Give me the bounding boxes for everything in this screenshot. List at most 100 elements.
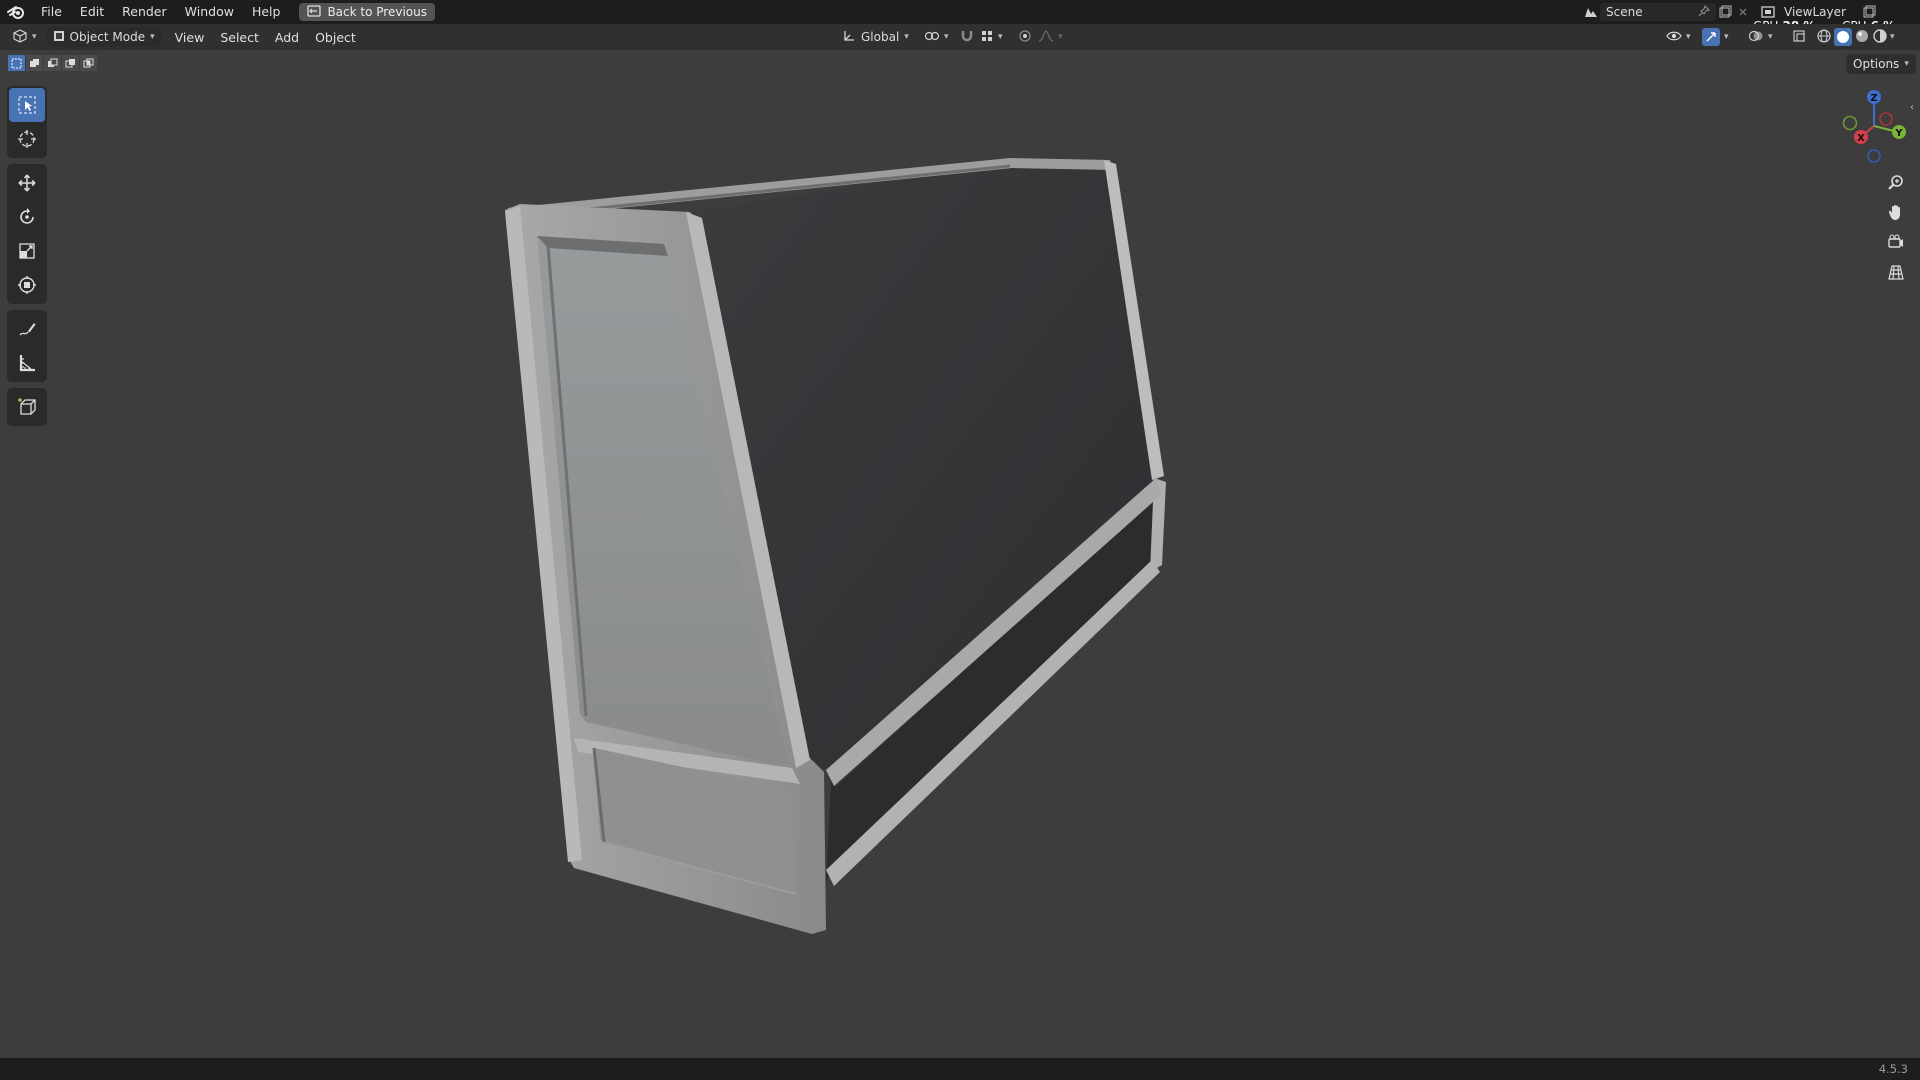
3d-viewport-icon [12,28,28,46]
move-tool-icon[interactable] [9,166,45,200]
material-preview-icon[interactable] [1854,28,1870,47]
menu-window[interactable]: Window [176,0,243,24]
chevron-down-icon: ▾ [32,32,37,42]
menu-help[interactable]: Help [243,0,290,24]
measure-tool-icon[interactable] [9,346,45,380]
blender-logo-icon[interactable] [0,0,32,24]
menu-object[interactable]: Object [309,27,362,47]
transform-orientation-dropdown[interactable]: Global ▾ [836,27,915,47]
snap-target-dropdown[interactable]: ▾ [974,27,1009,47]
chevron-down-icon: ▾ [1724,32,1729,42]
scene-name: Scene [1606,5,1643,19]
middle-rail [826,478,1162,786]
status-bar: 4.5.3 [0,1058,1920,1080]
neg-x-axis-handle [1879,112,1893,126]
mode-dropdown[interactable]: Object Mode ▾ [46,27,161,47]
bottom-rail [826,560,1160,886]
new-scene-icon[interactable] [1716,3,1734,21]
transform-tool-icon[interactable] [9,268,45,302]
viewport-header: ▾ Object Mode ▾ View Select Add Object G… [0,24,1920,50]
select-intersect-icon[interactable] [80,55,97,71]
pivot-point-dropdown[interactable]: ▾ [918,27,955,47]
tool-shelf [7,86,47,432]
top-panel [690,160,1156,772]
view-layer-name: ViewLayer [1784,5,1846,19]
scene-name-field[interactable]: Scene [1600,3,1716,21]
top-rail [508,158,1114,218]
options-label: Options [1853,57,1900,71]
select-new-icon[interactable] [8,55,25,71]
orientation-label: Global [861,30,900,44]
camera-view-icon[interactable] [1882,228,1910,256]
x-axis-label: X [1857,133,1865,144]
magnet-icon [960,29,974,46]
menu-add[interactable]: Add [269,27,305,47]
top-menu-bar: File Edit Render Window Help Back to Pre… [0,0,1920,33]
menu-render[interactable]: Render [113,0,176,24]
snap-grid-icon [980,29,994,46]
screen-back-icon [307,4,322,20]
select-invert-icon[interactable] [62,55,79,71]
back-to-previous-button[interactable]: Back to Previous [299,3,435,21]
select-box-tool-icon[interactable] [9,88,45,122]
falloff-curve-icon [1038,29,1054,46]
selection-mode-buttons [8,55,97,71]
xray-icon [1792,29,1806,46]
wireframe-shading-icon[interactable] [1816,28,1832,47]
orientation-axes-icon [842,29,856,46]
gizmo-icon [1702,28,1720,46]
chevron-down-icon: ▾ [150,32,155,42]
neg-z-axis-handle [1867,149,1881,163]
chevron-down-icon: ▾ [1058,32,1063,42]
front-upper-panel [537,236,788,766]
menu-view[interactable]: View [169,27,211,47]
z-axis-label: Z [1870,93,1877,104]
overlays-toggle[interactable]: ▾ [1742,27,1779,47]
shading-modes: ▾ [1810,27,1901,47]
scene-selector-icon[interactable] [1582,3,1600,21]
delete-scene-icon[interactable] [1734,3,1752,21]
viewport-scene[interactable] [0,0,1920,1080]
pan-hand-icon[interactable] [1882,198,1910,226]
proportional-falloff-dropdown[interactable]: ▾ [1032,27,1069,47]
chevron-down-icon: ▾ [1686,32,1691,42]
navigation-gizmo[interactable]: Z Y X [1832,86,1912,166]
front-lower-panel [594,748,796,894]
pin-icon[interactable] [1698,4,1710,20]
object-mode-icon [53,30,65,45]
front-frame [505,204,826,934]
xray-toggle[interactable] [1786,27,1812,47]
menu-edit[interactable]: Edit [71,0,113,24]
select-extend-icon[interactable] [26,55,43,71]
chevron-down-icon: ▾ [1904,59,1909,69]
pivot-icon [924,29,940,46]
options-dropdown[interactable]: Options ▾ [1846,54,1916,74]
chevron-down-icon: ▾ [998,32,1003,42]
gizmo-toggle[interactable]: ▾ [1696,27,1735,47]
solid-shading-icon[interactable] [1834,28,1852,46]
overlays-icon [1748,29,1764,46]
chevron-down-icon: ▾ [904,32,909,42]
mode-label: Object Mode [69,30,146,44]
annotate-tool-icon[interactable] [9,312,45,346]
chevron-down-icon: ▾ [944,32,949,42]
perspective-ortho-icon[interactable] [1882,258,1910,286]
zoom-icon[interactable] [1882,168,1910,196]
menu-file[interactable]: File [32,0,71,24]
lower-dark-band [826,478,1158,880]
editor-type-button[interactable]: ▾ [6,27,43,47]
neg-y-axis-handle [1842,115,1858,131]
rendered-shading-icon[interactable] [1872,28,1888,47]
cursor-tool-icon[interactable] [9,122,45,156]
scale-tool-icon[interactable] [9,234,45,268]
chevron-down-icon: ▾ [1768,32,1773,42]
add-cube-tool-icon[interactable] [9,390,45,424]
chevron-down-icon[interactable]: ▾ [1890,32,1895,42]
eye-icon [1666,30,1682,45]
menu-select[interactable]: Select [214,27,265,47]
back-to-previous-label: Back to Previous [327,5,427,19]
select-subtract-icon[interactable] [44,55,61,71]
y-axis-label: Y [1894,128,1903,139]
rotate-tool-icon[interactable] [9,200,45,234]
visibility-dropdown[interactable]: ▾ [1660,27,1697,47]
